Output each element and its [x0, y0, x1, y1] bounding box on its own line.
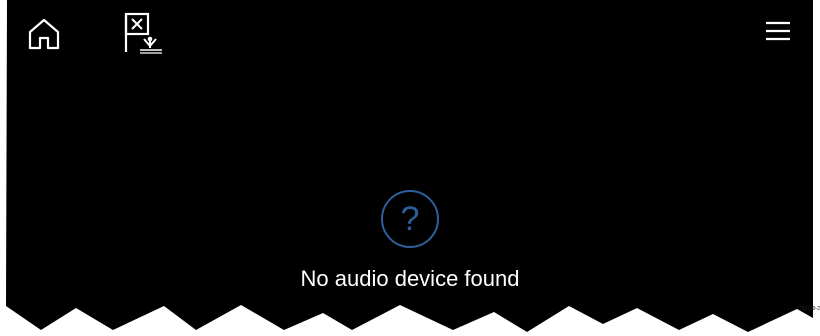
- man-overboard-button[interactable]: [118, 10, 168, 54]
- question-mark-icon: ?: [381, 190, 439, 248]
- no-device-message: No audio device found: [300, 266, 520, 291]
- home-icon: [28, 18, 60, 50]
- figure-id-label: D13739-2: [798, 306, 820, 312]
- audio-app-screen: ? No audio device found D13739-2: [0, 0, 820, 336]
- hamburger-menu-icon: [766, 21, 790, 41]
- man-overboard-icon: [124, 12, 162, 54]
- help-symbol: ?: [400, 200, 420, 238]
- menu-button[interactable]: [760, 16, 796, 48]
- home-button[interactable]: [24, 14, 64, 54]
